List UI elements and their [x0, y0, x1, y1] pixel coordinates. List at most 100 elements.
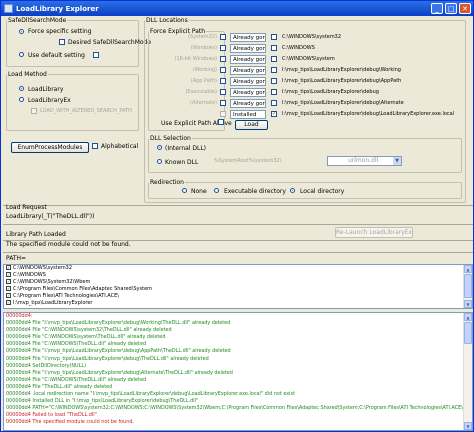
scroll-thumb[interactable]	[464, 274, 472, 298]
app-icon	[4, 4, 13, 13]
path-list[interactable]: ✓ C:\WINDOWS\system32 ✓ C:\WINDOWS ✓ C:\WINDO…	[3, 264, 473, 309]
use-default-radio[interactable]	[19, 52, 24, 57]
log-output[interactable]: 00000dd4: 00000dd4 File "I:\mvp_tips\Load…	[3, 312, 473, 431]
path-rows: ✓ C:\WINDOWS\system32 ✓ C:\WINDOWS ✓ C:\WINDO…	[4, 265, 472, 307]
location-present-checkbox[interactable]	[271, 100, 277, 106]
log-scrollbar[interactable]: ▲ ▼	[463, 313, 472, 430]
library-path-label: Library Path Loaded	[6, 231, 66, 238]
path-item-checkbox[interactable]: ✓	[6, 272, 11, 277]
location-present-checkbox[interactable]: ✓	[271, 111, 277, 117]
path-list-item[interactable]: ✓ C:\WINDOWS	[4, 272, 472, 279]
desired-safedll-checkbox[interactable]	[59, 39, 65, 45]
location-label: (Alternate)	[190, 100, 217, 106]
log-line: 00000dd4 File "C:\WINDOWS\TheDLL.dll" al…	[6, 341, 147, 348]
location-status: Already gone	[230, 33, 266, 42]
location-label: (App Path)	[190, 78, 217, 84]
chevron-down-icon[interactable]: ▼	[393, 157, 401, 165]
default-setting-checkbox[interactable]	[93, 52, 99, 58]
known-dll-path: %SystemRoot%\system32\	[214, 158, 282, 164]
maximize-button[interactable]: □	[445, 3, 457, 14]
scroll-up-icon[interactable]: ▲	[464, 265, 472, 273]
path-list-item[interactable]: ✓ C:\Program Files\ATI Technologies\ATI.A…	[4, 293, 472, 300]
safedll-group-label: SafeDllSearchMode	[8, 17, 67, 24]
redirect-none-radio[interactable]	[182, 188, 187, 193]
redirect-exe-label: Executable directory	[224, 188, 286, 195]
path-label: PATH=	[6, 255, 27, 262]
load-method-group-label: Load Method	[8, 71, 47, 78]
location-present-checkbox[interactable]	[271, 34, 277, 40]
log-rows: 00000dd4: 00000dd4 File "I:\mvp_tips\Load…	[4, 313, 472, 427]
force-specific-radio[interactable]	[19, 29, 24, 34]
redirect-local-label: Local directory	[300, 188, 345, 195]
location-force-checkbox[interactable]	[220, 78, 226, 84]
path-item-checkbox[interactable]: ✓	[6, 300, 11, 305]
log-line: 00000dd4 Failed to load "TheDLL.dll"	[6, 412, 97, 419]
path-item-checkbox[interactable]: ✓	[6, 286, 11, 291]
relaunch-button[interactable]: Re-Launch LoadLibraryExplorer	[335, 227, 413, 238]
desired-safedll-label: Desired SafeDllSearchMode	[68, 39, 152, 46]
log-line: 00000dd4 Installed DLL in "I:\mvp_tips\L…	[6, 398, 199, 405]
location-path: C:\WINDOWS\system	[282, 56, 335, 62]
path-list-item[interactable]: ✓ I:\mvp_tips\LoadLibraryExplorer	[4, 300, 472, 307]
title-bar[interactable]: LoadLibrary Explorer _ □ ✕	[1, 1, 473, 16]
load-method-group: Load Method	[6, 71, 139, 131]
location-path: I:\mvp_tips\LoadLibraryExplorer\debug\Lo…	[282, 111, 455, 117]
location-path: I:\mvp_tips\LoadLibraryExplorer\debug\Ap…	[282, 78, 402, 84]
scroll-thumb[interactable]	[464, 322, 472, 344]
location-force-checkbox[interactable]	[220, 89, 226, 95]
location-force-checkbox[interactable]	[220, 56, 226, 62]
location-present-checkbox[interactable]	[271, 78, 277, 84]
path-item-text: C:\Program Files\ATI Technologies\ATI.AC…	[13, 293, 119, 299]
path-item-checkbox[interactable]: ✓	[6, 293, 11, 298]
log-line: 00000dd4 File "C:\WINDOWS\TheDLL.dll" al…	[6, 376, 147, 383]
location-force-checkbox[interactable]	[220, 100, 226, 106]
close-button[interactable]: ✕	[459, 3, 471, 14]
location-status: Already gone	[230, 55, 266, 64]
path-item-checkbox[interactable]: ✓	[6, 265, 11, 270]
window-title: LoadLibrary Explorer	[16, 4, 99, 13]
path-list-scrollbar[interactable]: ▲ ▼	[463, 265, 472, 308]
log-line: 00000dd4:	[6, 313, 33, 319]
use-explicit-checkbox[interactable]	[218, 119, 224, 125]
minimize-button[interactable]: _	[431, 3, 443, 14]
internal-dll-radio[interactable]	[157, 145, 162, 150]
dll-selection-label: DLL Selection	[150, 135, 191, 142]
scroll-down-icon[interactable]: ▼	[464, 422, 472, 430]
known-dll-dropdown[interactable]: urlmon.dll ▼	[327, 156, 402, 166]
location-present-checkbox[interactable]	[271, 67, 277, 73]
alphabetical-checkbox[interactable]	[92, 143, 98, 149]
redirect-local-radio[interactable]	[290, 188, 295, 193]
path-item-text: C:\WINDOWS	[13, 272, 46, 278]
internal-dll-label: (Internal DLL)	[165, 145, 207, 152]
path-item-text: C:\Program Files\Common Files\Adaptec Sh…	[13, 286, 153, 292]
redirect-none-label: None	[191, 188, 207, 195]
location-force-checkbox[interactable]	[220, 34, 226, 40]
log-line: 00000dd4 File "I:\mvp_tips\LoadLibraryEx…	[6, 355, 209, 362]
path-list-item[interactable]: ✓ C:\Program Files\Common Files\Adaptec S…	[4, 286, 472, 293]
path-item-checkbox[interactable]: ✓	[6, 279, 11, 284]
location-path: C:\WINDOWS	[282, 45, 315, 51]
path-list-item[interactable]: ✓ C:\WINDOWS\system32	[4, 265, 472, 272]
redirect-exe-radio[interactable]	[214, 188, 219, 193]
location-present-checkbox[interactable]	[271, 56, 277, 62]
loadlibrary-radio[interactable]	[19, 86, 24, 91]
scroll-down-icon[interactable]: ▼	[464, 300, 472, 308]
location-path: I:\mvp_tips\LoadLibraryExplorer\debug	[282, 89, 379, 95]
location-force-checkbox[interactable]	[220, 111, 226, 117]
scroll-up-icon[interactable]: ▲	[464, 313, 472, 321]
location-label: (System32)	[188, 34, 217, 40]
known-dll-radio[interactable]	[157, 159, 162, 164]
location-label: (Working)	[192, 67, 217, 73]
loadlibraryex-radio[interactable]	[19, 97, 24, 102]
location-present-checkbox[interactable]	[271, 89, 277, 95]
location-force-checkbox[interactable]	[220, 45, 226, 51]
location-status: Already gone	[230, 99, 266, 108]
enum-process-modules-button[interactable]: EnumProcessModules	[11, 142, 89, 153]
location-status: Already gone	[230, 44, 266, 53]
path-list-item[interactable]: ✓ C:\WINDOWS\System32\Wbem	[4, 279, 472, 286]
altered-search-checkbox[interactable]	[31, 108, 37, 114]
location-force-checkbox[interactable]	[220, 67, 226, 73]
dll-locations-label: DLL Locations	[146, 17, 188, 24]
location-present-checkbox[interactable]	[271, 45, 277, 51]
load-button[interactable]: Load	[235, 120, 268, 130]
